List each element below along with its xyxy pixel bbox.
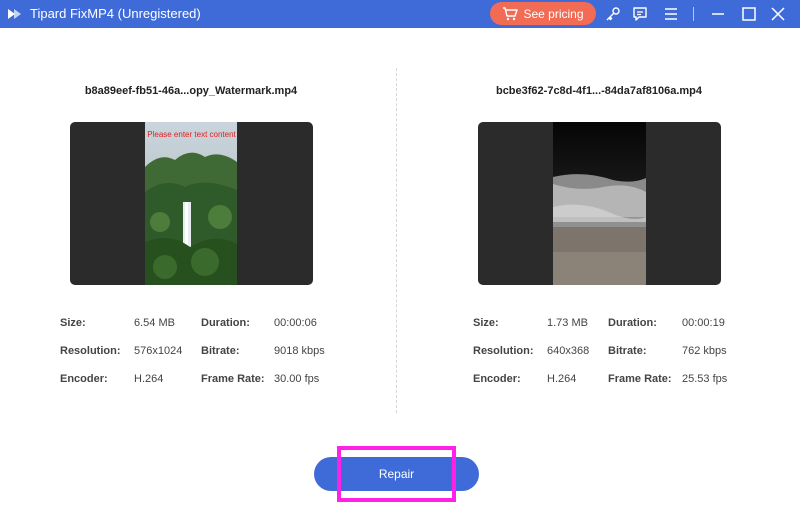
panel-divider: [396, 68, 397, 413]
repair-button-label: Repair: [378, 467, 415, 481]
cart-icon: [503, 6, 519, 20]
right-file-name: bcbe3f62-7c8d-4f1...-84da7af8106a.mp4: [495, 85, 703, 97]
maximize-icon[interactable]: [739, 4, 759, 24]
left-video-preview[interactable]: Please enter text content: [70, 122, 313, 285]
repair-button[interactable]: Repair: [314, 457, 479, 491]
left-encoder-value: H.264: [134, 373, 164, 385]
watermark-overlay-text: Please enter text content: [147, 130, 236, 139]
left-framerate-value: 30.00 fps: [274, 373, 320, 385]
right-encoder-value: H.264: [547, 373, 577, 385]
app-title: Tipard FixMP4 (Unregistered): [30, 6, 201, 21]
left-bitrate-label: Bitrate:: [201, 345, 240, 357]
right-framerate-label: Frame Rate:: [608, 373, 672, 385]
right-size-label: Size:: [473, 317, 499, 329]
left-size-label: Size:: [60, 317, 86, 329]
right-resolution-label: Resolution:: [473, 345, 534, 357]
menu-icon[interactable]: [661, 4, 681, 24]
left-file-name: b8a89eef-fb51-46a...opy_Watermark.mp4: [84, 85, 298, 97]
left-encoder-label: Encoder:: [60, 373, 108, 385]
see-pricing-label: See pricing: [523, 6, 584, 21]
right-framerate-value: 25.53 fps: [682, 373, 728, 385]
right-duration-label: Duration:: [608, 317, 657, 329]
right-bitrate-label: Bitrate:: [608, 345, 647, 357]
right-size-value: 1.73 MB: [547, 317, 588, 329]
left-duration-label: Duration:: [201, 317, 250, 329]
left-resolution-value: 576x1024: [134, 345, 183, 357]
beach-thumbnail: [553, 122, 646, 285]
left-size-value: 6.54 MB: [134, 317, 175, 329]
left-framerate-label: Frame Rate:: [201, 373, 265, 385]
app-logo-icon: [8, 9, 21, 19]
minimize-icon[interactable]: [708, 4, 728, 24]
right-video-preview[interactable]: [478, 122, 721, 285]
right-bitrate-value: 762 kbps: [682, 345, 727, 357]
right-encoder-label: Encoder:: [473, 373, 521, 385]
feedback-icon[interactable]: [630, 4, 650, 24]
close-icon[interactable]: [768, 4, 788, 24]
waterfall-thumbnail: [145, 122, 237, 285]
right-duration-value: 00:00:19: [682, 317, 725, 329]
key-icon[interactable]: [603, 4, 623, 24]
left-resolution-label: Resolution:: [60, 345, 121, 357]
left-duration-value: 00:00:06: [274, 317, 317, 329]
see-pricing-button[interactable]: See pricing: [490, 2, 596, 25]
title-bar: Tipard FixMP4 (Unregistered) See pricing: [0, 0, 800, 28]
right-resolution-value: 640x368: [547, 345, 590, 357]
titlebar-separator: [693, 7, 694, 21]
left-bitrate-value: 9018 kbps: [274, 345, 325, 357]
